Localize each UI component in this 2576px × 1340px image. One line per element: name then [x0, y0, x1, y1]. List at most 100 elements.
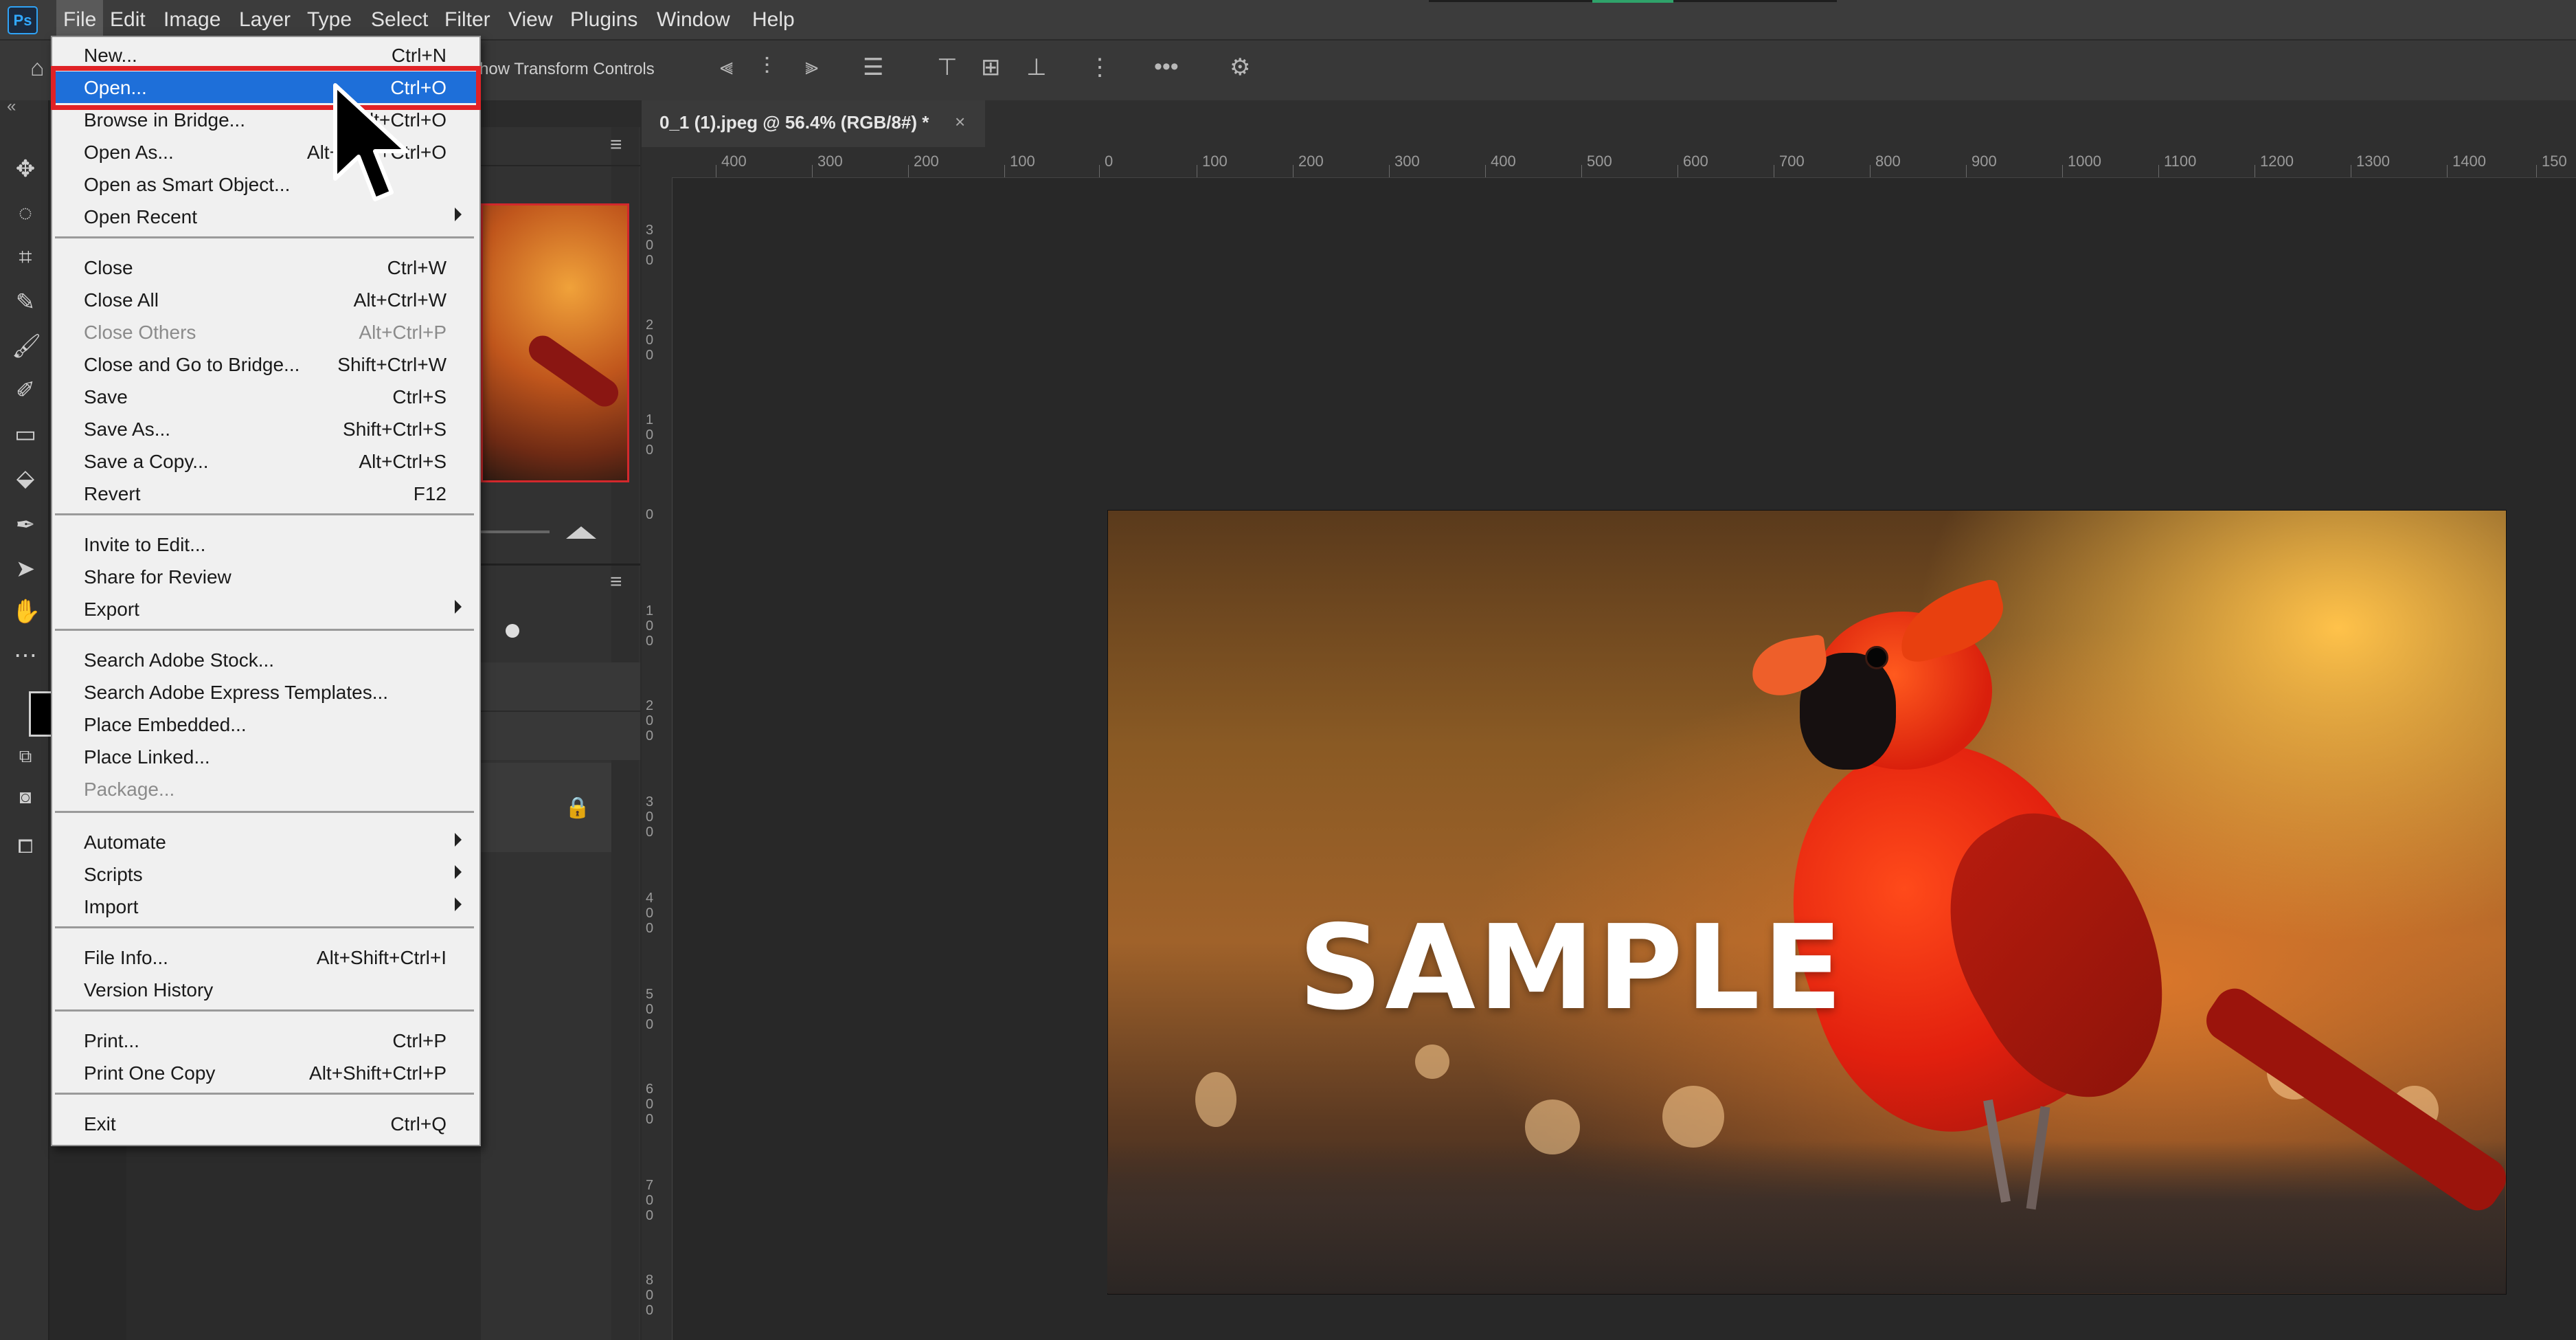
- lock-icon[interactable]: 🔒: [565, 796, 590, 820]
- menu-view[interactable]: View: [501, 0, 559, 39]
- file-menu-item-scripts[interactable]: Scripts: [52, 858, 477, 890]
- align-center-icon[interactable]: ⫶: [764, 54, 770, 80]
- align-top-icon[interactable]: ⊤: [937, 54, 958, 81]
- menu-separator: [55, 926, 474, 928]
- show-transform-controls-label[interactable]: how Transform Controls: [479, 60, 655, 79]
- ruler-label: 1400: [2452, 153, 2486, 170]
- file-menu-item-file-info[interactable]: File Info... Alt+Shift+Ctrl+I: [52, 941, 477, 973]
- menu-item-label: Search Adobe Express Templates...: [84, 682, 389, 703]
- screen-mode-icon[interactable]: ⧠: [12, 833, 39, 860]
- menu-type[interactable]: Type: [300, 0, 359, 39]
- menu-item-label: Close and Go to Bridge...: [84, 354, 300, 375]
- menu-item-shortcut: Shift+Ctrl+W: [337, 354, 447, 375]
- ruler-tick: [1099, 165, 1100, 177]
- file-menu-item-print-one-copy[interactable]: Print One Copy Alt+Shift+Ctrl+P: [52, 1057, 477, 1088]
- menu-file[interactable]: File: [56, 0, 104, 39]
- ruler-label: 100: [646, 603, 654, 649]
- menu-item-label: Export: [84, 599, 139, 620]
- crop-icon[interactable]: ⌗: [12, 243, 39, 271]
- distribute-icon[interactable]: ☰: [863, 54, 883, 81]
- menu-item-label: Browse in Bridge...: [84, 109, 245, 131]
- submenu-arrow-icon: [455, 865, 462, 879]
- file-menu-item-place-linked[interactable]: Place Linked...: [52, 741, 477, 772]
- menu-item-label: Import: [84, 896, 139, 917]
- layers-panel-menu-icon[interactable]: ≡: [610, 570, 622, 594]
- file-menu-item-export[interactable]: Export: [52, 593, 477, 625]
- quick-mask-icon[interactable]: ◙: [12, 783, 39, 811]
- align-bottom-icon[interactable]: ⊥: [1026, 54, 1047, 81]
- menu-layer[interactable]: Layer: [232, 0, 297, 39]
- file-menu-item-close-all[interactable]: Close All Alt+Ctrl+W: [52, 284, 477, 315]
- menu-separator: [55, 513, 474, 515]
- ruler-label: 600: [1683, 153, 1708, 170]
- zoom-in-icon[interactable]: [566, 526, 596, 539]
- document-tab-label[interactable]: 0_1 (1).jpeg @ 56.4% (RGB/8#) *: [659, 112, 929, 133]
- menu-item-shortcut: Alt+Ctrl+W: [353, 289, 447, 311]
- menu-item-label: Invite to Edit...: [84, 534, 206, 555]
- panel-menu-icon[interactable]: ≡: [610, 133, 622, 157]
- align-middle-icon[interactable]: ⊞: [981, 54, 1001, 81]
- file-menu-item-print[interactable]: Print... Ctrl+P: [52, 1025, 477, 1056]
- file-menu-item-close[interactable]: Close Ctrl+W: [52, 252, 477, 283]
- file-menu-item-close-and-go-to-bridge[interactable]: Close and Go to Bridge... Shift+Ctrl+W: [52, 348, 477, 380]
- filter-toggle-icon[interactable]: [506, 624, 519, 638]
- more-options-icon[interactable]: •••: [1154, 54, 1179, 80]
- menu-item-shortcut: Ctrl+Q: [390, 1113, 447, 1135]
- submenu-arrow-icon: [455, 600, 462, 614]
- file-menu-item-save-as[interactable]: Save As... Shift+Ctrl+S: [52, 413, 477, 445]
- file-menu-item-revert[interactable]: Revert F12: [52, 478, 477, 509]
- align-right-icon[interactable]: ⫸: [805, 54, 818, 80]
- brush-icon[interactable]: 🖌: [12, 333, 41, 360]
- file-menu-item-place-embedded[interactable]: Place Embedded...: [52, 708, 477, 740]
- align-left-icon[interactable]: ⫷: [720, 54, 733, 80]
- hand-icon[interactable]: ✋: [12, 598, 41, 625]
- file-menu-item-search-adobe-stock[interactable]: Search Adobe Stock...: [52, 644, 477, 675]
- menu-item-label: Save As...: [84, 418, 171, 440]
- menu-filter[interactable]: Filter: [438, 0, 497, 39]
- file-menu-item-search-adobe-express-templates[interactable]: Search Adobe Express Templates...: [52, 676, 477, 708]
- gradient-icon[interactable]: ▭: [12, 421, 39, 448]
- file-menu-item-save-a-copy[interactable]: Save a Copy... Alt+Ctrl+S: [52, 445, 477, 477]
- more-tools-icon[interactable]: ⋯: [12, 642, 39, 669]
- collapse-panel-icon[interactable]: «: [7, 97, 16, 116]
- menu-item-label: New...: [84, 45, 137, 66]
- menu-select[interactable]: Select: [364, 0, 435, 39]
- file-menu-item-version-history[interactable]: Version History: [52, 974, 477, 1005]
- ruler-label: 700: [646, 1178, 654, 1223]
- menu-item-label: Share for Review: [84, 566, 231, 588]
- menu-help[interactable]: Help: [745, 0, 802, 39]
- layer-row[interactable]: [481, 763, 611, 852]
- menu-item-label: Automate: [84, 831, 166, 853]
- move-icon[interactable]: ✥: [12, 155, 39, 183]
- menu-edit[interactable]: Edit: [103, 0, 152, 39]
- menu-item-label: Print...: [84, 1030, 139, 1051]
- distribute-vertical-icon[interactable]: ⋮: [1088, 54, 1111, 81]
- layers-blend-row[interactable]: [481, 662, 640, 711]
- lasso-icon[interactable]: ◌: [12, 199, 39, 227]
- pen-icon[interactable]: ✒: [12, 511, 39, 539]
- ruler-tick: [1004, 165, 1005, 177]
- zoom-slider[interactable]: [481, 531, 550, 533]
- fill-icon[interactable]: ⬙: [12, 465, 39, 492]
- menu-plugins[interactable]: Plugins: [563, 0, 644, 39]
- gear-icon[interactable]: ⚙: [1230, 54, 1250, 81]
- file-menu-item-share-for-review[interactable]: Share for Review: [52, 561, 477, 592]
- file-menu-item-invite-to-edit[interactable]: Invite to Edit...: [52, 528, 477, 560]
- file-menu-item-exit[interactable]: Exit Ctrl+Q: [52, 1108, 477, 1139]
- menu-image[interactable]: Image: [157, 0, 227, 39]
- path-select-icon[interactable]: ➤: [12, 555, 39, 583]
- file-menu-item-automate[interactable]: Automate: [52, 826, 477, 858]
- menu-window[interactable]: Window: [650, 0, 737, 39]
- swap-colors-icon[interactable]: ⧉: [12, 742, 39, 770]
- file-menu-item-save[interactable]: Save Ctrl+S: [52, 381, 477, 412]
- layers-opacity-row[interactable]: [481, 711, 640, 760]
- file-menu-item-import[interactable]: Import: [52, 891, 477, 922]
- history-brush-icon[interactable]: ✐: [12, 377, 39, 404]
- ruler-label: 0: [646, 507, 654, 522]
- close-tab-icon[interactable]: ×: [955, 111, 965, 133]
- eyedropper-icon[interactable]: ✎: [12, 289, 39, 316]
- foreground-color-swatch[interactable]: [29, 691, 54, 737]
- bokeh-light: [1415, 1045, 1449, 1079]
- home-icon[interactable]: ⌂: [30, 55, 45, 82]
- ruler-tick: [1677, 165, 1678, 177]
